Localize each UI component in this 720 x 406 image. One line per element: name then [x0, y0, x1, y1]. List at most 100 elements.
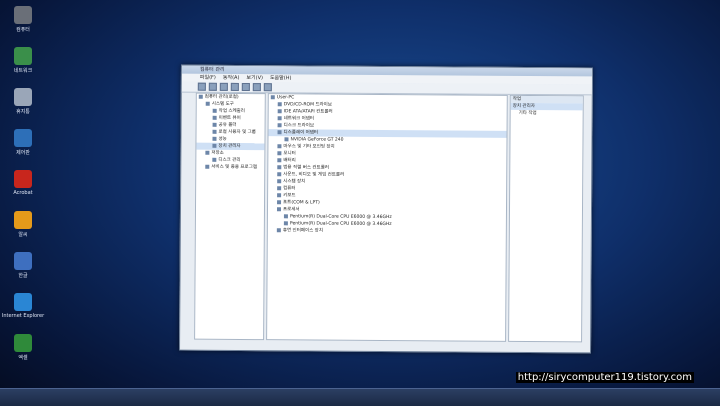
device-icon [212, 129, 217, 134]
properties-icon[interactable] [241, 82, 250, 92]
device-icon [276, 206, 282, 211]
scan-hardware-icon[interactable] [263, 83, 272, 92]
computer-management-window: 컴퓨터 관리 파일(F) 동작(A) 보기(V) 도움말(H) 컴퓨터 관리(로… [179, 64, 593, 354]
device-icon [283, 220, 288, 225]
tree-item-label: 디스플레이 어댑터 [283, 130, 319, 136]
tree-item-label: 컴퓨터 [283, 186, 296, 192]
tree-item-label: 이벤트 뷰어 [218, 115, 241, 121]
device-icon [205, 101, 210, 106]
device-icon [277, 122, 282, 127]
desktop-icon-label: Acrobat [13, 190, 33, 196]
device-icon [270, 94, 275, 99]
device-icon [284, 136, 289, 141]
device-icon [277, 185, 282, 190]
desktop-app-icon [14, 252, 32, 270]
actions-more[interactable]: 기타 작업 [511, 110, 583, 118]
desktop-app-icon [14, 334, 32, 352]
desktop-app-icon [14, 170, 32, 188]
desktop-icon-label: 휴지통 [16, 109, 30, 115]
device-icon [276, 227, 281, 232]
desktop-icon-5[interactable]: Acrobat [6, 170, 40, 208]
tree-item-label: 휴먼 인터페이스 장치 [282, 228, 323, 234]
desktop-icon-3[interactable]: 휴지통 [6, 88, 40, 126]
up-icon[interactable] [219, 82, 228, 91]
desktop-icon-label: 컴퓨터 [16, 27, 30, 33]
device-icon [277, 199, 282, 204]
menu-help[interactable]: 도움말(H) [270, 74, 292, 82]
help-icon[interactable] [252, 83, 261, 92]
desktop-icon-label: 제어판 [16, 150, 30, 156]
device-icon [212, 108, 217, 113]
tree-item-label: 로컬 사용자 및 그룹 [218, 129, 256, 136]
tree-item-label: 키보드 [283, 193, 296, 199]
menu-view[interactable]: 보기(V) [246, 74, 263, 82]
device-icon [277, 115, 282, 120]
desktop-icon-1[interactable]: 컴퓨터 [6, 6, 40, 44]
desktop-icon-8[interactable]: Internet Explorer [2, 293, 44, 331]
desktop-app-icon [14, 129, 32, 147]
tree-item-label: 디스크 관리 [218, 157, 241, 163]
device-icon [277, 164, 282, 169]
show-hide-tree-icon[interactable] [230, 82, 239, 91]
device-icon [277, 178, 282, 183]
device-icon [277, 129, 282, 134]
device-icon [212, 122, 217, 127]
tree-item-label: 작업 스케줄러 [218, 108, 245, 115]
device-icon [198, 94, 203, 99]
tree-item-label: Pentium(R) Dual-Core CPU E6000 @ 3.46GHz [289, 221, 392, 228]
device-icon [277, 157, 282, 162]
device-tree-pane: User-PC DVD/CD-ROM 드라이브 IDE ATA/ATAPI 컨트롤러… [266, 93, 508, 342]
forward-icon[interactable] [208, 82, 217, 91]
device-icon [212, 115, 217, 120]
tree-item-label: User-PC [276, 95, 295, 101]
tree-item-label: 시스템 장치 [283, 179, 306, 185]
desktop-icon-4[interactable]: 제어판 [6, 129, 40, 167]
tree-item-label: 저장소 [211, 150, 224, 156]
tree-item-label: 시스템 도구 [211, 101, 234, 107]
tree-item-label: 디스크 드라이브 [283, 123, 315, 129]
tree-item-label: 장치 관리자 [218, 143, 241, 149]
tree-item[interactable]: 휴먼 인터페이스 장치 [268, 227, 506, 236]
device-icon [277, 150, 282, 155]
device-icon [283, 213, 288, 218]
device-icon [205, 150, 210, 155]
desktop-app-icon [14, 88, 32, 106]
tree-item-label: 포트(COM & LPT) [283, 200, 320, 206]
device-icon [277, 171, 282, 176]
device-icon [212, 157, 217, 162]
tree-item[interactable]: 서비스 및 응용 프로그램 [196, 164, 264, 171]
desktop-icon-label: 알씨 [18, 232, 28, 238]
tree-item-label: DVD/CD-ROM 드라이브 [283, 102, 332, 108]
left-tree-pane: 컴퓨터 관리(로컬) 시스템 도구 작업 스케줄러 이벤트 뷰어 공유 폴더 로컬 사용자… [194, 92, 266, 341]
tree-item-label: 컴퓨터 관리(로컬) [204, 94, 239, 100]
tree-item-label: 마우스 및 기타 포인팅 장치 [283, 144, 335, 150]
desktop-icon-label: 엑셀 [18, 355, 28, 361]
desktop-icon-9[interactable]: 엑셀 [6, 334, 40, 372]
desktop-app-icon [14, 293, 32, 311]
tree-item-label: 사운드, 비디오 및 게임 컨트롤러 [283, 172, 345, 178]
tree-item-label: 배터리 [283, 158, 296, 164]
desktop-app-icon [14, 47, 32, 65]
tree-item-label: IDE ATA/ATAPI 컨트롤러 [283, 109, 333, 115]
tree-item-label: 모니터 [283, 151, 296, 157]
window-title: 컴퓨터 관리 [199, 66, 225, 73]
device-icon [277, 108, 282, 113]
device-icon [277, 192, 282, 197]
tree-item-label: 서비스 및 응용 프로그램 [211, 164, 258, 171]
tree-item-label: 공유 폴더 [218, 122, 237, 128]
device-icon [212, 136, 217, 141]
menu-file[interactable]: 파일(F) [200, 74, 216, 82]
back-icon[interactable] [197, 82, 206, 91]
actions-pane: 작업 장치 관리자 기타 작업 [508, 94, 584, 343]
watermark-text: http://sirycomputer119.tistory.com [515, 372, 694, 383]
menu-action[interactable]: 동작(A) [223, 74, 240, 82]
desktop-icon-2[interactable]: 네트워크 [6, 47, 40, 85]
desktop-icon-6[interactable]: 알씨 [6, 211, 40, 249]
device-icon [277, 101, 282, 106]
desktop-icon-7[interactable]: 한글 [6, 252, 40, 290]
tree-item-label: 네트워크 어댑터 [283, 116, 315, 122]
tree-item-label: Pentium(R) Dual-Core CPU E6000 @ 3.46GHz [289, 214, 392, 221]
taskbar [0, 388, 720, 406]
desktop-app-icon [14, 6, 32, 24]
device-icon [212, 143, 217, 148]
